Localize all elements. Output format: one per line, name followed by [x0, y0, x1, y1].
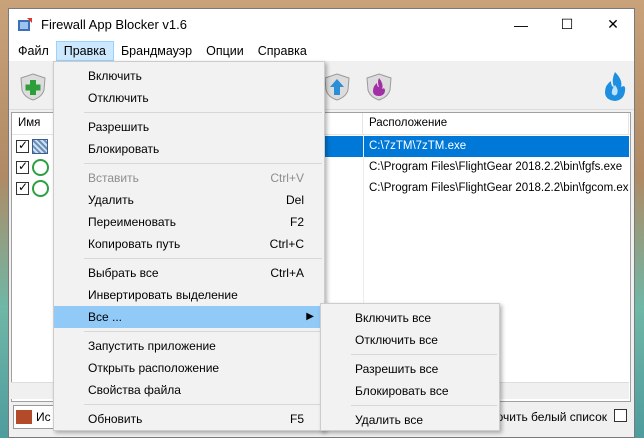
row-checkbox[interactable]: [16, 159, 29, 174]
menu-options[interactable]: Опции: [199, 41, 251, 61]
maximize-button[interactable]: ☐: [544, 9, 590, 40]
blue-flame-icon: [605, 72, 626, 101]
add-plus-shield-icon: [20, 73, 46, 101]
menu-item-invert-selection[interactable]: Инвертировать выделение: [54, 284, 324, 306]
status-left-label: Ис: [36, 410, 51, 424]
menu-firewall[interactable]: Брандмауэр: [114, 41, 199, 61]
allowed-check-icon: [32, 159, 49, 176]
purple-flame-button[interactable]: [361, 69, 397, 105]
row-path: C:\Program Files\FlightGear 2018.2.2\bin…: [369, 161, 623, 173]
menu-separator: [84, 258, 322, 259]
app-icon: [32, 139, 48, 154]
menu-item-select-all[interactable]: Выбрать все Ctrl+A: [54, 262, 324, 284]
menu-item-rename[interactable]: Переименовать F2: [54, 211, 324, 233]
menu-item-allow[interactable]: Разрешить: [54, 116, 324, 138]
purple-flame-icon: [366, 73, 392, 101]
menu-item-file-properties[interactable]: Свойства файла: [54, 379, 324, 401]
menu-separator: [351, 405, 497, 406]
menu-item-copy-path[interactable]: Копировать путь Ctrl+C: [54, 233, 324, 255]
edit-menu: Включить Отключить Разрешить Блокировать…: [53, 61, 325, 431]
menu-item-enable-all[interactable]: Включить все: [321, 307, 499, 329]
chevron-right-icon: ▶: [306, 311, 314, 322]
menu-item-block-all[interactable]: Блокировать все: [321, 380, 499, 402]
minimize-button[interactable]: —: [498, 9, 544, 40]
menu-item-open-location[interactable]: Открыть расположение: [54, 357, 324, 379]
all-submenu: Включить все Отключить все Разрешить все…: [320, 303, 500, 431]
menu-separator: [84, 112, 322, 113]
firewall-button[interactable]: [597, 69, 633, 105]
menu-item-all-submenu[interactable]: Все ... ▶: [54, 306, 324, 328]
add-button[interactable]: [15, 69, 51, 105]
row-path: C:\Program Files\FlightGear 2018.2.2\bin…: [369, 182, 629, 194]
flag-icon: [16, 410, 32, 424]
menu-item-allow-all[interactable]: Разрешить все: [321, 358, 499, 380]
close-button[interactable]: ✕: [590, 9, 636, 40]
allowed-check-icon: [32, 180, 49, 197]
menu-edit[interactable]: Правка: [55, 40, 114, 61]
menu-item-refresh[interactable]: Обновить F5: [54, 408, 324, 430]
menu-separator: [84, 331, 322, 332]
menu-separator: [351, 354, 497, 355]
column-location[interactable]: Расположение: [363, 113, 629, 135]
menu-item-disable[interactable]: Отключить: [54, 87, 324, 109]
row-checkbox[interactable]: [16, 180, 29, 195]
menu-separator: [84, 404, 322, 405]
menu-item-run-app[interactable]: Запустить приложение: [54, 335, 324, 357]
menu-file[interactable]: Файл: [11, 41, 56, 61]
app-logo-icon: [17, 17, 33, 33]
menu-bar: Файл Правка Брандмауэр Опции Справка: [9, 40, 634, 62]
menu-item-delete[interactable]: Удалить Del: [54, 189, 324, 211]
menu-item-block[interactable]: Блокировать: [54, 138, 324, 160]
row-checkbox[interactable]: [16, 138, 29, 153]
menu-help[interactable]: Справка: [251, 41, 314, 61]
menu-item-enable[interactable]: Включить: [54, 65, 324, 87]
whitelist-label: ючить белый список: [494, 410, 607, 424]
whitelist-checkbox[interactable]: [614, 409, 627, 422]
row-path: C:\7zTM\7zTM.exe: [363, 136, 629, 157]
window-title: Firewall App Blocker v1.6: [41, 17, 187, 32]
menu-item-delete-all[interactable]: Удалить все: [321, 409, 499, 431]
menu-item-disable-all[interactable]: Отключить все: [321, 329, 499, 351]
title-bar: Firewall App Blocker v1.6 — ☐ ✕: [9, 9, 634, 40]
menu-separator: [84, 163, 322, 164]
arrow-up-shield-icon: [324, 73, 350, 101]
menu-item-paste[interactable]: Вставить Ctrl+V: [54, 167, 324, 189]
